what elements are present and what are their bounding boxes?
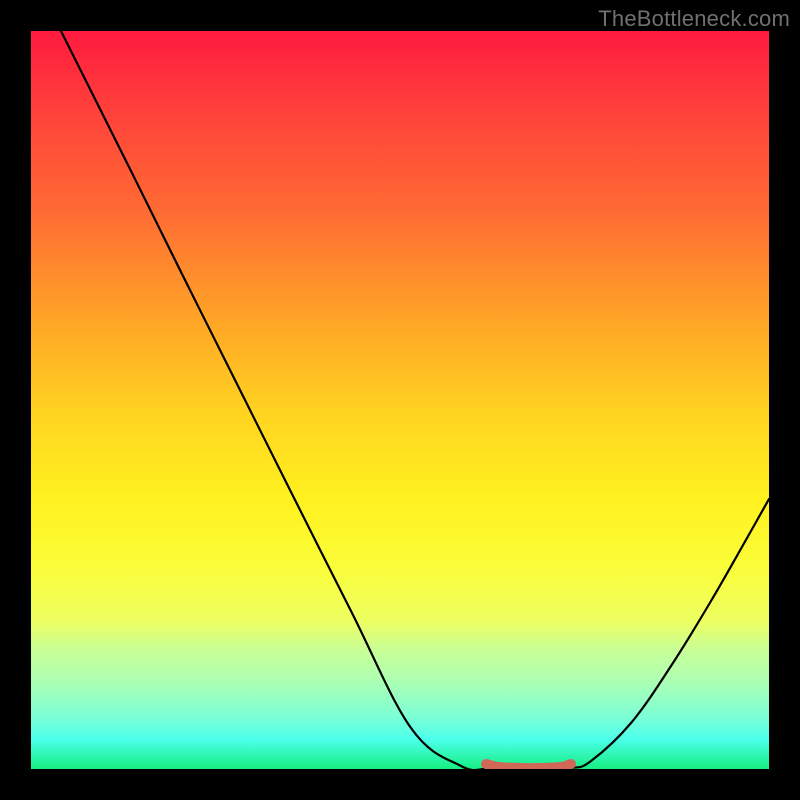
chart-container: TheBottleneck.com (0, 0, 800, 800)
flat-bottom-accent (486, 764, 571, 768)
watermark-text: TheBottleneck.com (598, 6, 790, 32)
curve-layer (31, 31, 769, 769)
bottleneck-curve (61, 31, 769, 769)
